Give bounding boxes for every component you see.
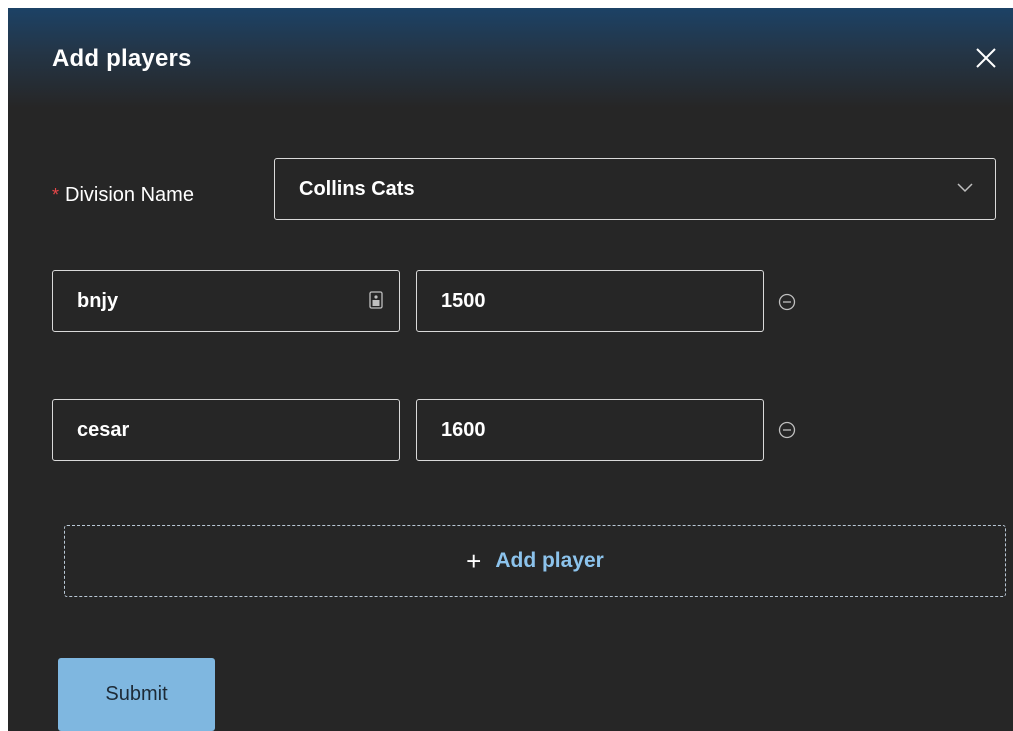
division-select[interactable]: Collins Cats xyxy=(274,158,996,220)
plus-icon: + xyxy=(466,546,482,576)
player-score-value: 1600 xyxy=(441,418,486,441)
player-name-input[interactable]: cesar xyxy=(52,399,400,461)
chevron-down-icon xyxy=(957,183,973,193)
minus-circle-icon[interactable] xyxy=(778,293,796,311)
player-score-input[interactable]: 1500 xyxy=(416,270,764,332)
division-name-label: * Division Name xyxy=(52,183,194,207)
add-player-button[interactable]: + Add player xyxy=(64,525,1006,597)
division-label-text: Division Name xyxy=(65,184,194,206)
autofill-icon[interactable] xyxy=(369,291,383,309)
player-name-value: bnjy xyxy=(77,289,119,312)
player-score-value: 1500 xyxy=(441,289,486,312)
add-players-modal: Add players * Division Name Collins Cats … xyxy=(8,8,1013,731)
division-select-value: Collins Cats xyxy=(299,177,415,200)
player-score-input[interactable]: 1600 xyxy=(416,399,764,461)
minus-circle-icon[interactable] xyxy=(778,421,796,439)
required-marker: * xyxy=(52,185,60,205)
submit-button[interactable]: Submit xyxy=(58,658,215,731)
add-player-label: Add player xyxy=(495,549,604,572)
player-name-value: cesar xyxy=(77,418,130,441)
close-icon[interactable] xyxy=(974,46,998,70)
modal-title: Add players xyxy=(52,45,192,72)
player-name-input[interactable]: bnjy xyxy=(52,270,400,332)
modal-header: Add players xyxy=(8,8,1013,108)
